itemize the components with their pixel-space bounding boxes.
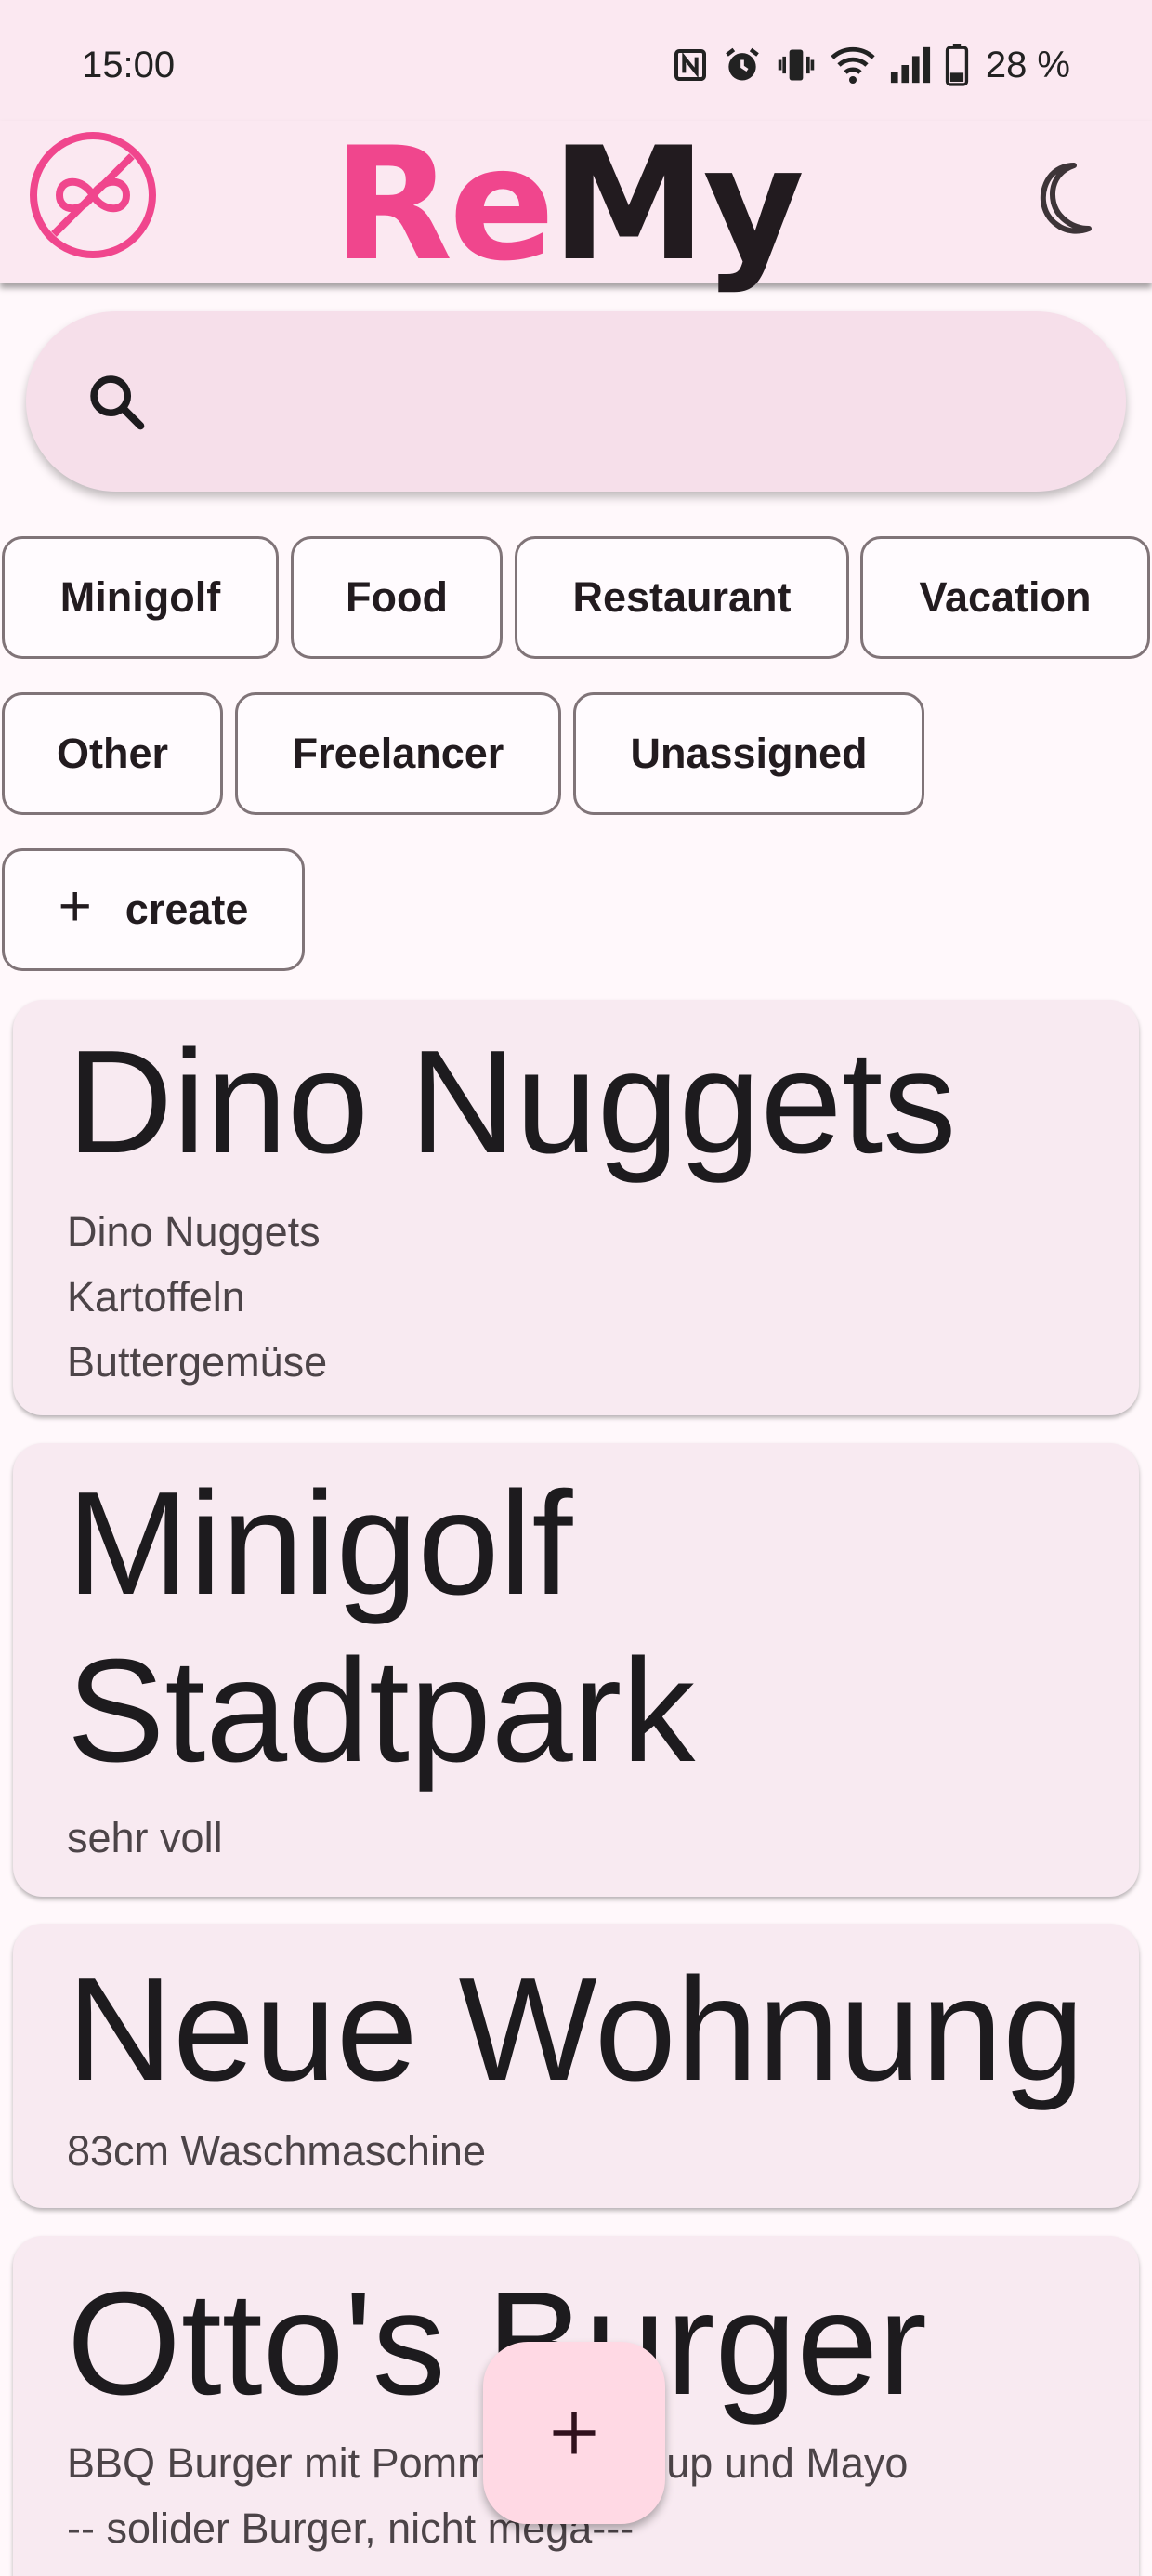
chip-label: Vacation	[919, 573, 1092, 621]
status-icons: 28 %	[672, 41, 1070, 89]
card-title: Minigolf Stadtpark	[67, 1462, 696, 1793]
card-minigolf-stadtpark[interactable]: Minigolf Stadtpark sehr voll	[13, 1443, 1139, 1897]
app-bar: Re My	[0, 113, 1152, 296]
search-bar[interactable]	[26, 311, 1126, 492]
chip-unassigned[interactable]: Unassigned	[573, 692, 924, 815]
card-title: Dino Nuggets	[67, 1020, 957, 1184]
app-title-re: Re	[332, 113, 555, 296]
card-dino-nuggets[interactable]: Dino Nuggets Dino Nuggets Kartoffeln But…	[13, 1000, 1139, 1415]
battery-icon	[945, 44, 968, 86]
alarm-icon	[726, 47, 759, 81]
vibrate-icon	[778, 49, 815, 81]
screen: 15:00 28 % Re My Minigolf Food Restauran…	[0, 0, 1152, 2576]
nfc-icon	[674, 49, 706, 81]
card-description: Dino Nuggets Kartoffeln Buttergemüse	[67, 1208, 328, 1386]
card-title: Neue Wohnung	[67, 1948, 1085, 2111]
chip-food[interactable]: Food	[291, 536, 503, 659]
create-tag-button[interactable]: + create	[2, 848, 305, 971]
status-bar: 15:00 28 %	[0, 0, 1152, 121]
chip-label: Minigolf	[59, 573, 221, 621]
chip-restaurant[interactable]: Restaurant	[515, 536, 849, 659]
chip-label: Freelancer	[292, 729, 504, 777]
app-title-my: My	[551, 113, 805, 296]
wifi-icon	[831, 46, 875, 84]
plus-icon: +	[58, 874, 92, 939]
app-title: Re My	[0, 113, 1152, 296]
status-time: 15:00	[82, 45, 176, 85]
chip-label: Other	[56, 729, 168, 777]
chip-vacation[interactable]: Vacation	[860, 536, 1150, 659]
card-description: sehr voll	[67, 1814, 223, 1861]
battery-percentage: 28 %	[985, 44, 1070, 85]
chip-other[interactable]: Other	[2, 692, 223, 815]
chip-freelancer[interactable]: Freelancer	[235, 692, 561, 815]
search-input[interactable]	[175, 339, 1067, 464]
moon-icon[interactable]	[1031, 156, 1106, 240]
chip-minigolf[interactable]: Minigolf	[2, 536, 279, 659]
search-icon	[90, 375, 145, 430]
card-neue-wohnung[interactable]: Neue Wohnung 83cm Waschmaschine	[13, 1924, 1139, 2208]
chip-label: Food	[346, 573, 448, 621]
card-description: 83cm Waschmaschine	[67, 2127, 486, 2175]
plus-icon	[553, 2412, 596, 2454]
add-note-fab[interactable]	[483, 2342, 665, 2524]
signal-icon	[890, 46, 930, 84]
chip-label: Unassigned	[630, 729, 868, 777]
chip-label: Restaurant	[572, 573, 792, 621]
create-tag-label: create	[124, 886, 249, 933]
